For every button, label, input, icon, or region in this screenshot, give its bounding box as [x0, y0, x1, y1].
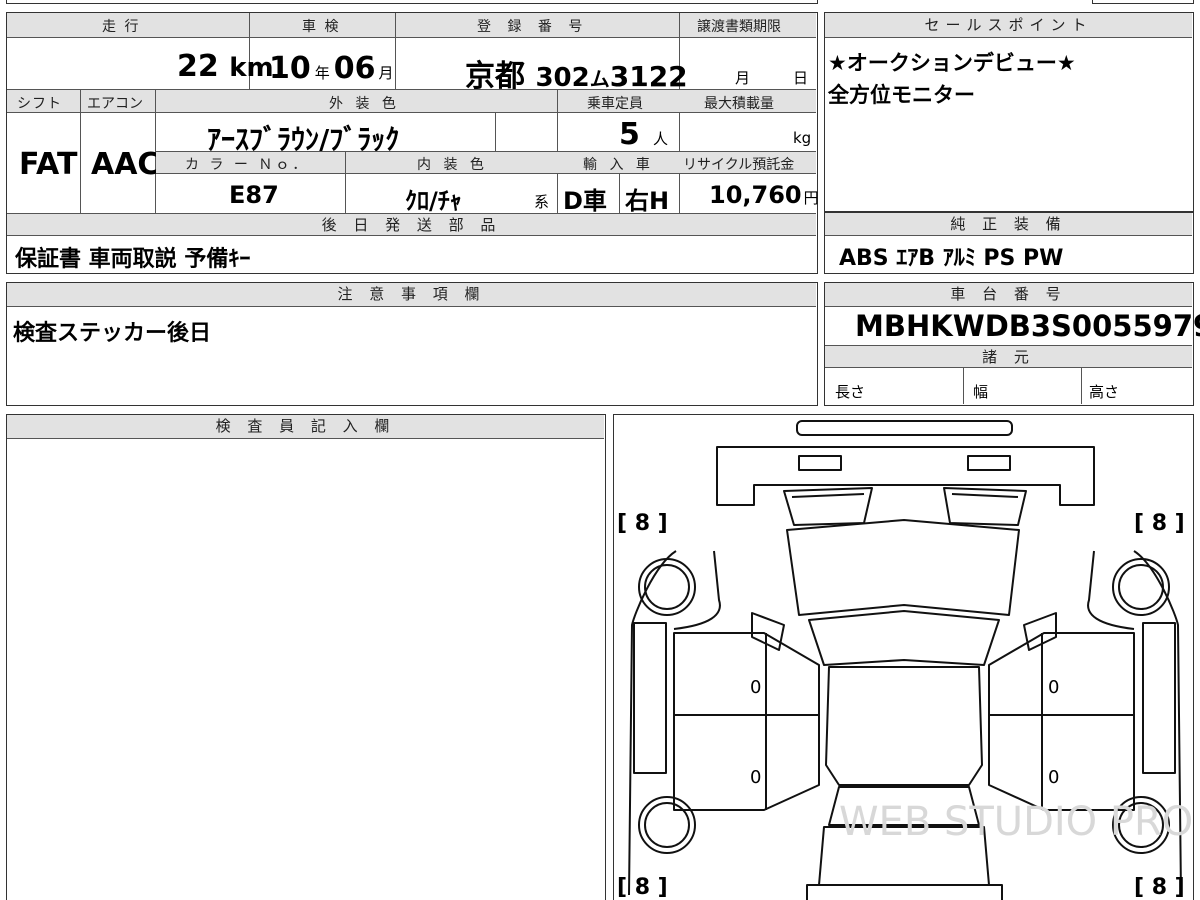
door-front-right: 0 — [1048, 677, 1060, 698]
chassis-value: MBHKWDB3S00559794 — [855, 309, 1200, 343]
import-header: 輸 入 車 — [583, 157, 654, 173]
car-diagram: WEB STUDIO PRO — [628, 420, 1193, 900]
color-no-header: カ ラ ー Ｎｏ． — [185, 157, 310, 173]
door-front-left: 0 — [750, 677, 762, 698]
transfer-month: 月 — [735, 69, 751, 87]
inspector-header: 検 査 員 記 入 欄 — [7, 415, 604, 439]
recycle-value: 10,760 円 — [709, 181, 819, 209]
tire-front-left: [ 8 ] — [617, 511, 668, 536]
equipment-box: 純 正 装 備 ABS ｴｱB ｱﾙﾐ PS PW — [824, 212, 1194, 274]
vehicle-info-table: 走 行 車 検 登 録 番 号 譲渡書類期限 22 km 10 年 06 月 京都 3… — [6, 12, 819, 274]
interior-header: 内 装 色 — [417, 157, 488, 173]
aircon-header: エアコン — [87, 96, 143, 112]
watermark: WEB STUDIO PRO — [839, 799, 1193, 845]
shift-value: FAT — [19, 147, 78, 182]
shift-header: シフト — [17, 96, 62, 112]
sales-points-line2: 全方位モニター — [828, 83, 975, 107]
later-items-header: 後 日 発 送 部 品 — [7, 214, 816, 236]
notes-header: 注 意 事 項 欄 — [7, 283, 816, 307]
import-value: D車 — [563, 187, 607, 215]
notes-box: 注 意 事 項 欄 検査ステッカー後日 — [6, 282, 818, 406]
recycle-header: リサイクル預託金 — [683, 157, 795, 173]
interior-value: ｸﾛ/ﾁｬ — [405, 187, 462, 215]
tire-rear-left: [ 8 ] — [617, 875, 668, 900]
aircon-value: AAC — [91, 147, 160, 182]
dimension-width: 幅 — [973, 383, 989, 401]
registration-header: 登 録 番 号 — [477, 19, 589, 35]
capacity-value: 5 人 — [619, 117, 668, 152]
equipment-value: ABS ｴｱB ｱﾙﾐ PS PW — [839, 246, 1064, 271]
sales-points-box: セールスポイント ★オークションデビュー★ 全方位モニター — [824, 12, 1194, 212]
sales-points-header: セールスポイント — [825, 13, 1192, 38]
car-diagram-box: WEB STUDIO PRO [ 8 ] [ 8 ] [ 8 ] [ 8 ] 0… — [613, 414, 1194, 900]
sales-points-line1: ★オークションデビュー★ — [828, 51, 1076, 75]
door-rear-right: 0 — [1048, 767, 1060, 788]
max-load-unit: kg — [793, 129, 812, 147]
max-load-header: 最大積載量 — [704, 96, 774, 112]
notes-value: 検査ステッカー後日 — [13, 321, 212, 346]
steering-value: 右H — [625, 187, 670, 215]
transfer-header: 譲渡書類期限 — [697, 19, 781, 35]
top-edge-right — [1092, 0, 1194, 4]
dimension-height: 高さ — [1089, 383, 1120, 401]
top-edge-row — [6, 0, 818, 4]
dimension-length: 長さ — [835, 383, 866, 401]
equipment-header: 純 正 装 備 — [825, 213, 1192, 236]
chassis-box: 車 台 番 号 MBHKWDB3S00559794 諸 元 長さ 幅 高さ — [824, 282, 1200, 406]
later-items-value: 保証書 車両取説 予備ｷｰ — [15, 247, 251, 272]
mileage-value: 22 km — [177, 49, 274, 84]
interior-suffix: 系 — [534, 193, 550, 211]
door-rear-left: 0 — [750, 767, 762, 788]
tire-rear-right: [ 8 ] — [1134, 875, 1185, 900]
inspection-date: 10 年 06 月 — [269, 51, 394, 86]
tire-front-right: [ 8 ] — [1134, 511, 1185, 536]
exterior-header: 外 装 色 — [329, 96, 400, 112]
mileage-header: 走 行 — [102, 19, 141, 35]
inspection-header: 車 検 — [302, 19, 341, 35]
dimensions-header: 諸 元 — [825, 346, 1192, 368]
chassis-header: 車 台 番 号 — [825, 283, 1192, 307]
inspector-box: 検 査 員 記 入 欄 — [6, 414, 606, 900]
transfer-day: 日 — [793, 69, 809, 87]
capacity-header: 乗車定員 — [587, 96, 643, 112]
color-no-value: E87 — [229, 181, 279, 209]
